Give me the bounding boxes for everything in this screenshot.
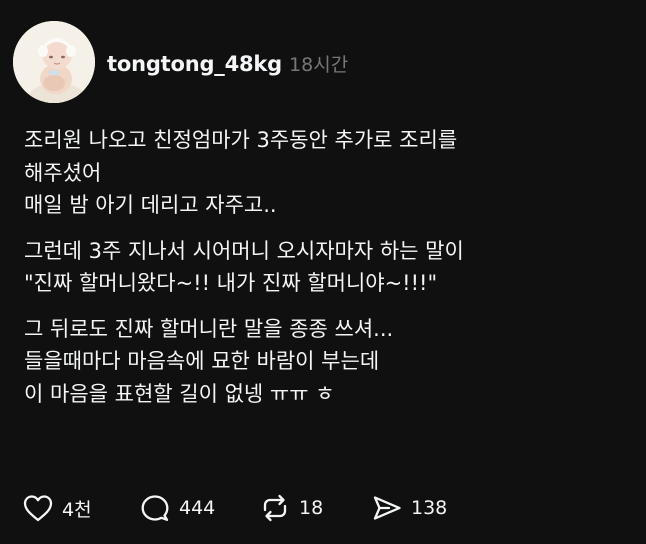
post-header: tongtong_48kg 18시간: [107, 50, 348, 82]
post-line: 그런데 3주 지나서 시어머니 오시자마자 하는 말이: [24, 238, 464, 263]
share-count: 138: [411, 497, 448, 519]
post-line: 그 뒤로도 진짜 할머니란 말을 종종 쓰셔...: [24, 316, 394, 341]
speech-bubble-icon: [141, 495, 169, 521]
post-actions: 4천 444 18 138: [22, 490, 447, 526]
repost-count: 18: [299, 497, 324, 519]
heart-icon: [23, 495, 53, 522]
reply-button[interactable]: 444: [139, 493, 259, 523]
reply-count: 444: [179, 497, 216, 519]
repost-button[interactable]: 18: [259, 493, 371, 523]
repost-icon: [263, 494, 287, 522]
like-button[interactable]: 4천: [22, 493, 139, 523]
avatar[interactable]: [13, 21, 95, 103]
post-line: 해주셨어: [24, 160, 102, 185]
post-line: 매일 밤 아기 데리고 자주고..: [24, 193, 277, 217]
post-time: 18시간: [289, 54, 349, 76]
thread-post: tongtong_48kg 18시간 조리원 나오고 친정엄마가 3주동안 추가…: [0, 0, 646, 544]
post-paragraph: 조리원 나오고 친정엄마가 3주동안 추가로 조리를 해주셨어 매일 밤 아기 …: [24, 124, 634, 222]
share-button[interactable]: 138: [371, 493, 447, 523]
post-line: 이 마음을 표현할 길이 없넹 ㅠㅠ ㅎ: [24, 381, 335, 406]
post-line: 들을때마다 마음속에 묘한 바람이 부는데: [24, 349, 380, 373]
baby-photo-avatar-image: [13, 21, 95, 103]
post-line: "진짜 할머니왔다~!! 내가 진짜 할머니야~!!!": [24, 271, 438, 295]
post-paragraph: 그 뒤로도 진짜 할머니란 말을 종종 쓰셔... 들을때마다 마음속에 묘한 …: [24, 313, 634, 411]
like-count: 4천: [62, 498, 92, 521]
send-icon: [373, 496, 401, 520]
post-body: 조리원 나오고 친정엄마가 3주동안 추가로 조리를 해주셨어 매일 밤 아기 …: [24, 124, 634, 410]
post-line: 조리원 나오고 친정엄마가 3주동안 추가로 조리를: [24, 128, 458, 152]
post-paragraph: 그런데 3주 지나서 시어머니 오시자마자 하는 말이 "진짜 할머니왔다~!!…: [24, 235, 634, 300]
username[interactable]: tongtong_48kg: [107, 52, 282, 76]
